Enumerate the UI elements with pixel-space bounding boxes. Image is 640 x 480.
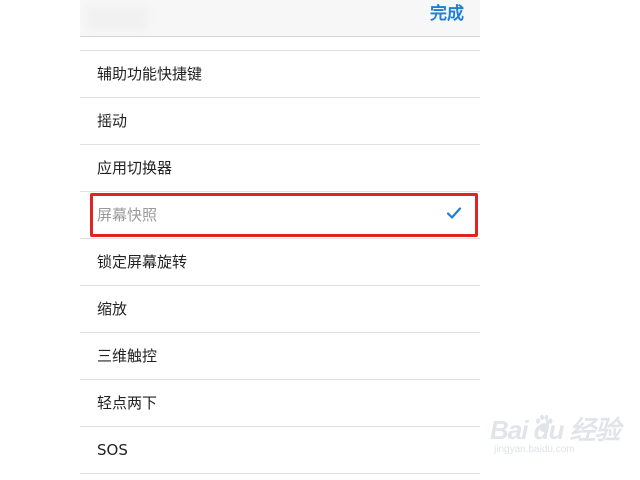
list-item-app-switcher[interactable]: 应用切换器 [80, 145, 480, 192]
list-item-double-tap[interactable]: 轻点两下 [80, 380, 480, 427]
list-item-accessibility-shortcut[interactable]: 辅助功能快捷键 [80, 51, 480, 98]
list-item-shake[interactable]: 摇动 [80, 98, 480, 145]
blurred-back-area [86, 6, 148, 30]
list-item-screenshot[interactable]: 屏幕快照 [80, 192, 480, 239]
list-item-label: 三维触控 [97, 347, 158, 365]
section-gap [80, 37, 480, 50]
list-item-3d-touch[interactable]: 三维触控 [80, 333, 480, 380]
list-item-label: 锁定屏幕旋转 [97, 253, 188, 271]
navigation-bar: 完成 [80, 0, 480, 37]
settings-screen: 完成 辅助功能快捷键 摇动 应用切换器 屏幕快照 锁定屏幕旋转 缩放 三维触控 … [80, 0, 480, 480]
list-item-zoom[interactable]: 缩放 [80, 286, 480, 333]
list-item-sos[interactable]: SOS [80, 427, 480, 474]
list-item-lock-rotation[interactable]: 锁定屏幕旋转 [80, 239, 480, 286]
list-item-label: 轻点两下 [97, 394, 158, 412]
list-item-label: 缩放 [97, 300, 128, 318]
done-button[interactable]: 完成 [430, 4, 464, 24]
list-item-label: 应用切换器 [97, 159, 173, 177]
baidu-jingyan-watermark: Bai du 经验 jingyan.baidu.com [490, 406, 626, 466]
list-item-label: 屏幕快照 [97, 206, 158, 224]
checkmark-icon [446, 207, 462, 219]
list-item-label: SOS [97, 441, 128, 459]
option-list: 辅助功能快捷键 摇动 应用切换器 屏幕快照 锁定屏幕旋转 缩放 三维触控 轻点两… [80, 50, 480, 474]
baidu-paw-icon [536, 414, 553, 432]
list-item-label: 摇动 [97, 112, 128, 130]
watermark-brand: Bai du 经验 [490, 415, 621, 445]
watermark-url: jingyan.baidu.com [494, 444, 575, 455]
list-item-label: 辅助功能快捷键 [97, 65, 203, 83]
